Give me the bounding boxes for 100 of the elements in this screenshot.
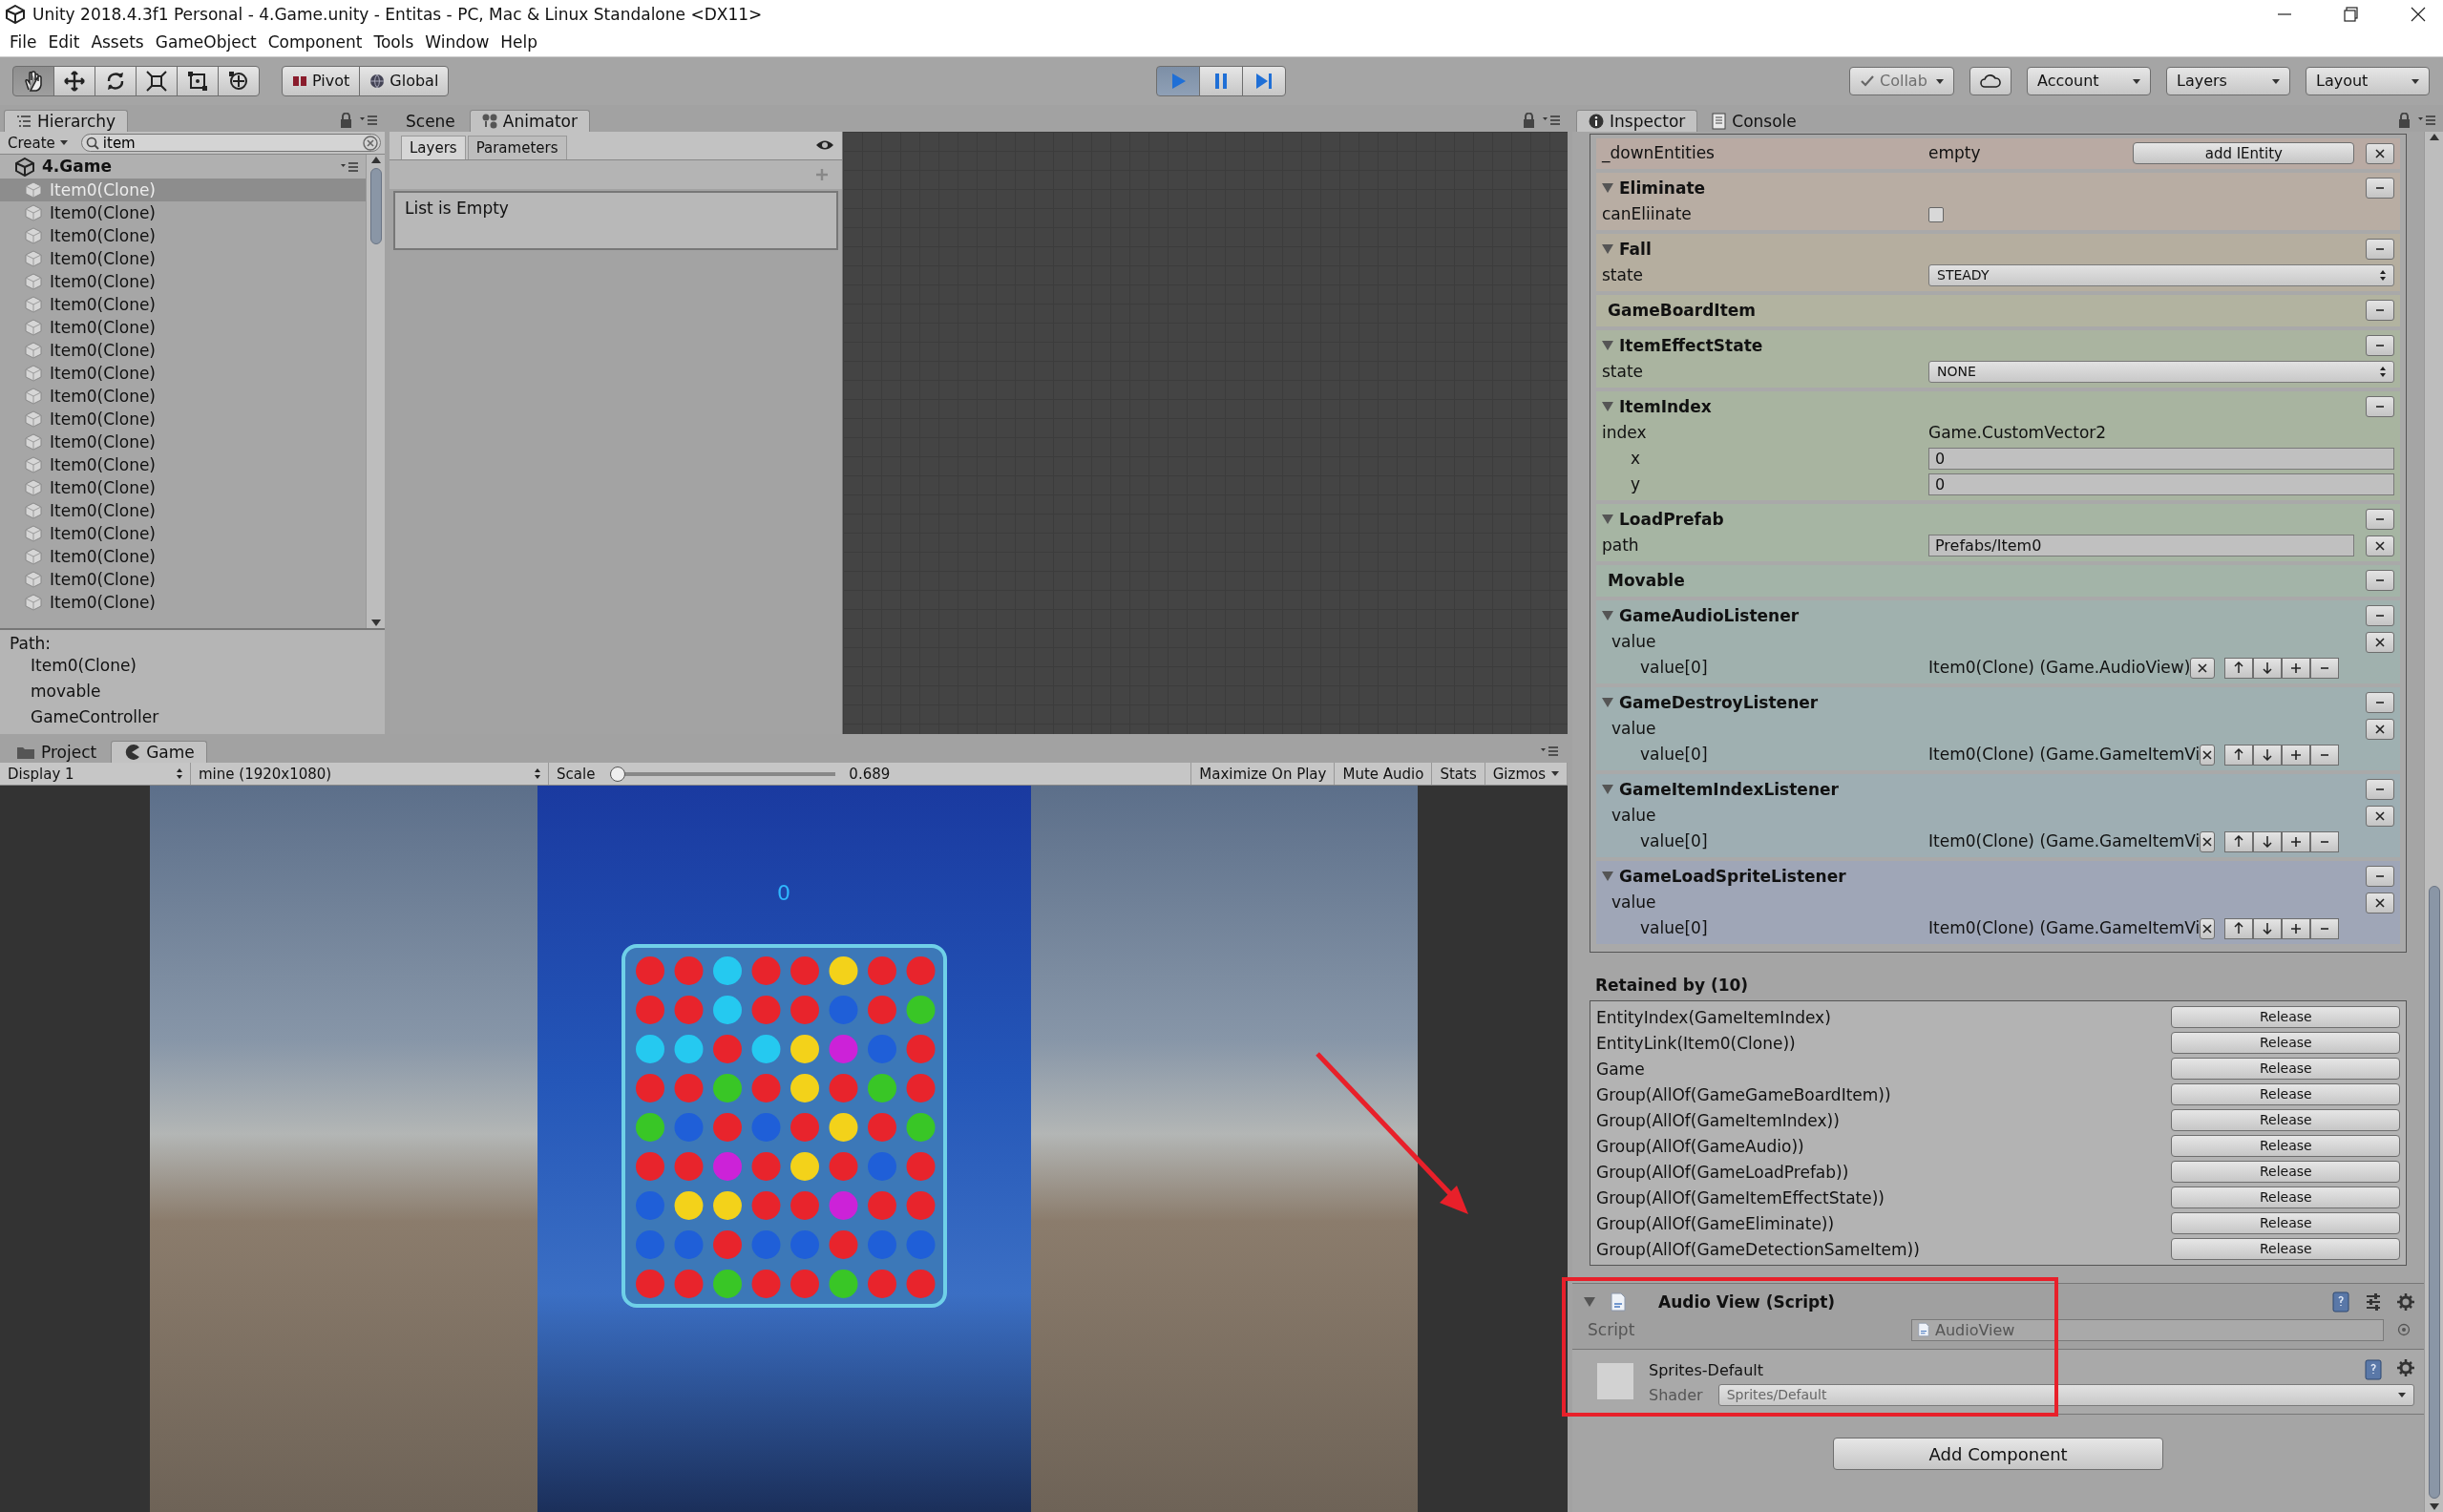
component-title[interactable]: Audio View (Script) [1658,1292,1836,1312]
component-title[interactable]: GameBoardItem [1608,300,1757,321]
add-item-button[interactable] [2282,830,2311,852]
release-button[interactable]: Release [2171,1109,2401,1132]
remove-component-button[interactable] [2366,239,2395,260]
tool-button[interactable] [53,66,95,96]
menu-item[interactable]: Edit [42,32,86,52]
component-title[interactable]: GameLoadSpriteListener [1619,866,1846,887]
remove-component-button[interactable] [2366,509,2395,530]
dropdown[interactable]: NONE [1928,361,2395,383]
scale-slider[interactable] [610,766,836,782]
remove-component-button[interactable] [2366,335,2395,356]
panel-tab[interactable]: Console [1699,109,1809,132]
text-field[interactable]: 0 [1928,473,2395,495]
eye-icon[interactable] [815,138,834,152]
expand-triangle-icon[interactable] [1584,1297,1595,1308]
release-button[interactable]: Release [2171,1006,2401,1029]
add-item-button[interactable] [2282,917,2311,939]
text-field[interactable]: 0 [1928,448,2395,470]
tool-button[interactable] [12,66,54,96]
remove-item-button[interactable] [2190,657,2216,679]
panel-tab[interactable]: Project [4,740,110,763]
release-button[interactable]: Release [2171,1083,2401,1106]
toolbar-dropdown[interactable]: Account [2027,67,2151,95]
add-component-button[interactable]: Add Component [1833,1438,2164,1471]
clear-button[interactable] [2366,892,2395,914]
remove-component-button[interactable] [2366,396,2395,417]
delete-item-button[interactable] [2310,744,2340,766]
help-book-icon[interactable] [2365,1359,2383,1381]
hierarchy-item[interactable]: Item0(Clone) [0,591,366,614]
delete-item-button[interactable] [2310,830,2340,852]
release-button[interactable]: Release [2171,1135,2401,1158]
hierarchy-item[interactable]: Item0(Clone) [0,430,366,453]
panel-menu-icon[interactable] [1543,115,1560,126]
restore-icon[interactable] [2344,7,2359,22]
release-button[interactable]: Release [2171,1238,2401,1261]
expand-triangle-icon[interactable] [1602,341,1613,350]
text-field[interactable]: Prefabs/Item0 [1928,535,2355,556]
panel-tab[interactable]: Hierarchy [4,109,129,132]
panel-tab[interactable]: Scene [393,109,468,132]
component-title[interactable]: ItemIndex [1619,396,1712,417]
panel-menu-icon[interactable] [360,115,377,126]
remove-item-button[interactable] [2200,917,2216,939]
remove-component-button[interactable] [2366,570,2395,591]
expand-triangle-icon[interactable] [1602,402,1613,411]
menu-item[interactable]: Component [262,32,369,52]
settings-icon[interactable] [2397,1359,2415,1377]
cloud-button[interactable] [1969,67,2011,95]
release-button[interactable]: Release [2171,1161,2401,1184]
hierarchy-item[interactable]: Item0(Clone) [0,247,366,270]
hierarchy-item[interactable]: Item0(Clone) [0,362,366,385]
move-down-button[interactable] [2253,917,2283,939]
scroll-down-icon[interactable] [2428,1502,2440,1512]
pivot-button[interactable]: Pivot [282,66,361,96]
delete-item-button[interactable] [2310,657,2340,679]
scrollbar-thumb[interactable] [369,168,382,244]
toolbar-toggle[interactable]: Stats [1432,763,1485,785]
component-title[interactable]: Fall [1619,239,1652,260]
component-title[interactable]: Movable [1608,570,1685,591]
panel-menu-icon[interactable] [2418,115,2435,126]
remove-component-button[interactable] [2366,605,2395,626]
resolution-dropdown[interactable]: mine (1920x1080) [199,765,540,783]
hierarchy-item[interactable]: Item0(Clone) [0,316,366,339]
hierarchy-item[interactable]: Item0(Clone) [0,201,366,224]
scene-name[interactable]: 4.Game [42,157,112,177]
clear-button[interactable] [2366,718,2395,740]
release-button[interactable]: Release [2171,1032,2401,1055]
help-book-icon[interactable] [2332,1292,2350,1313]
menu-item[interactable]: Window [419,32,495,52]
menu-item[interactable]: Assets [85,32,150,52]
add-item-button[interactable] [2282,744,2311,766]
menu-item[interactable]: File [4,32,43,52]
move-up-button[interactable] [2224,830,2254,852]
step-button[interactable] [1242,66,1286,96]
lock-icon[interactable] [340,113,352,128]
object-picker-icon[interactable] [2397,1323,2411,1337]
hierarchy-item[interactable]: Item0(Clone) [0,545,366,568]
menu-item[interactable]: Tools [368,32,420,52]
toolbar-dropdown[interactable]: Layout [2306,67,2430,95]
component-title[interactable]: GameItemIndexListener [1619,779,1839,800]
remove-component-button[interactable] [2366,866,2395,887]
settings-icon[interactable] [2397,1293,2415,1312]
panel-tab[interactable]: Game [111,740,207,763]
global-button[interactable]: Global [359,66,450,96]
hierarchy-item[interactable]: Item0(Clone) [0,408,366,430]
dropdown[interactable]: STEADY [1928,264,2395,286]
create-dropdown[interactable]: Create [4,133,72,153]
tool-button[interactable] [218,66,260,96]
panel-menu-icon[interactable] [1541,746,1558,757]
remove-component-button[interactable] [2366,779,2395,800]
move-up-button[interactable] [2224,917,2254,939]
component-title[interactable]: ItemEffectState [1619,335,1763,356]
shader-dropdown[interactable]: Sprites/Default [1717,1384,2415,1407]
remove-item-button[interactable] [2200,830,2216,852]
toolbar-dropdown[interactable]: Layers [2166,67,2290,95]
tool-button[interactable] [136,66,178,96]
hierarchy-item[interactable]: Item0(Clone) [0,224,366,247]
expand-triangle-icon[interactable] [1602,183,1613,193]
hierarchy-item[interactable]: Item0(Clone) [0,499,366,522]
expand-triangle-icon[interactable] [1602,244,1613,254]
